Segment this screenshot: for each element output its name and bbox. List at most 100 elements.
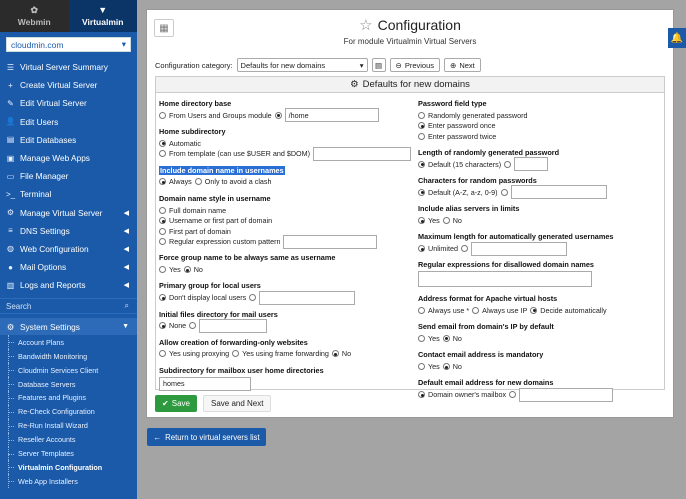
previous-button[interactable]: ⊖ Previous (389, 58, 441, 72)
radio-regex-pattern[interactable] (159, 238, 166, 246)
radio-custom-group[interactable] (249, 294, 257, 302)
radio-automatic[interactable] (159, 139, 166, 147)
plus-icon: + (8, 80, 13, 90)
submenu-item-server-templates[interactable]: Server Templates (0, 446, 137, 461)
sidebar-item-edit-databases[interactable]: ▤ Edit Databases (0, 131, 137, 149)
caret-left-icon: ◀ (123, 264, 129, 272)
default-email-input[interactable] (519, 387, 614, 402)
return-button[interactable]: ← Return to virtual servers list (147, 428, 266, 446)
submenu-item-re-check-configuration[interactable]: Re-Check Configuration (0, 404, 137, 419)
radio-unlimited[interactable] (418, 245, 425, 253)
sidebar-item-terminal[interactable]: >_ Terminal (0, 185, 137, 203)
sidebar-item-manage-web-apps[interactable]: ▣ Manage Web Apps (0, 149, 137, 167)
radio-only-clash[interactable] (194, 178, 202, 186)
submenu-item-re-run-install-wizard[interactable]: Re-Run Install Wizard (0, 418, 137, 433)
sidebar-menu: ☰ Virtual Server Summary + Create Virtual S… (0, 58, 137, 294)
submenu-item-bandwidth-monitoring[interactable]: Bandwidth Monitoring (0, 349, 137, 364)
radio-no[interactable] (442, 217, 450, 225)
radio-no[interactable] (442, 334, 450, 342)
radio-always-ip[interactable] (472, 306, 480, 314)
radio-default-chars[interactable] (418, 188, 425, 196)
radio-yes[interactable] (418, 334, 425, 342)
submenu-item-features-and-plugins[interactable]: Features and Plugins (0, 391, 137, 405)
sidebar-item-web-configuration[interactable]: ◍ Web Configuration ◀ (0, 240, 137, 258)
radio-label: Enter password once (428, 121, 496, 131)
initial-files-input[interactable] (199, 318, 268, 333)
radio-enter-once[interactable] (418, 122, 425, 130)
radio-dont-display[interactable] (159, 294, 166, 302)
radio-label: No (452, 362, 462, 371)
regex-pattern-input[interactable] (283, 234, 378, 249)
radio-yes[interactable] (159, 266, 166, 274)
radio-from-users-groups[interactable] (159, 111, 166, 119)
category-select[interactable]: Defaults for new domains ▾ (236, 58, 368, 72)
home-sub-input[interactable] (313, 146, 411, 161)
save-button[interactable]: ✔ Save (155, 395, 197, 412)
radio-from-template[interactable] (159, 150, 166, 158)
regex-disallowed-input[interactable] (418, 271, 592, 288)
radio-decide-auto[interactable] (530, 306, 538, 314)
radio-proxying[interactable] (159, 350, 166, 358)
radio-yes[interactable] (418, 363, 425, 370)
home-base-input[interactable]: /home (284, 108, 379, 123)
radio-custom-length[interactable] (504, 160, 512, 168)
pw-chars-input[interactable] (510, 185, 607, 200)
primary-group-input[interactable] (259, 290, 356, 305)
caret-left-icon: ◀ (123, 209, 129, 217)
tab-webmin[interactable]: ✿ Webmin (0, 0, 69, 32)
radio-yes[interactable] (418, 217, 425, 225)
submenu-item-database-servers[interactable]: Database Servers (0, 377, 137, 391)
radio-frame-forwarding[interactable] (232, 350, 240, 358)
radio-custom-dir[interactable] (189, 322, 197, 330)
submenu-item-reseller-accounts[interactable]: Reseller Accounts (0, 432, 137, 447)
sidebar-item-mail-options[interactable]: ● Mail Options ◀ (0, 258, 137, 276)
radio-always[interactable] (159, 178, 166, 186)
sidebar-item-edit-users[interactable]: 👤 Edit Users (0, 113, 137, 131)
sidebar-item-edit-virtual-server[interactable]: ✎ Edit Virtual Server (0, 94, 137, 112)
sidebar-search[interactable]: Search ⌕ (0, 298, 137, 315)
sidebar-item-dns-settings[interactable]: ≡ DNS Settings ◀ (0, 222, 137, 240)
radio-custom-max[interactable] (460, 245, 468, 253)
max-length-input[interactable] (470, 241, 567, 256)
radio-no[interactable] (442, 363, 450, 370)
pw-length-input[interactable] (514, 157, 549, 172)
radio-enter-twice[interactable] (418, 132, 425, 140)
radio-first-part[interactable] (159, 227, 166, 235)
sidebar-item-create-virtual-server[interactable]: + Create Virtual Server (0, 76, 137, 94)
next-button[interactable]: ⊕ Next (444, 58, 481, 72)
radio-custom-home[interactable] (274, 111, 282, 119)
submenu-item-web-app-installers[interactable]: Web App Installers (0, 474, 137, 489)
sidebar-item-label: Manage Virtual Server (20, 207, 103, 218)
radio-owner-mailbox[interactable] (418, 391, 425, 399)
radio-full-domain[interactable] (159, 206, 166, 214)
radio-label: Yes (169, 265, 181, 275)
radio-custom-email[interactable] (509, 391, 517, 399)
radio-custom-chars[interactable] (500, 188, 508, 196)
category-go-button[interactable]: ▤ (371, 58, 386, 72)
star-icon[interactable]: ☆ (359, 16, 372, 34)
user-icon: 👤 (5, 117, 16, 127)
sidebar-item-manage-virtual-server[interactable]: ⚙ Manage Virtual Server ◀ (0, 204, 137, 222)
server-select[interactable]: cloudmin.com ▾ (6, 37, 131, 52)
save-and-next-button[interactable]: Save and Next (203, 395, 272, 412)
radio-no[interactable] (331, 350, 339, 358)
radio-random-password[interactable] (418, 111, 425, 119)
radio-username-first-part[interactable] (159, 217, 166, 225)
subdir-mailbox-input[interactable]: homes (159, 376, 251, 391)
notifications-button[interactable]: 🔔 (668, 28, 686, 48)
submenu-item-cloudmin-services-client[interactable]: Cloudmin Services Client (0, 363, 137, 378)
option-label: Include domain name in usernames (159, 165, 285, 175)
tab-virtualmin[interactable]: ▼ Virtualmin (68, 0, 137, 32)
regex-disallowed-option: Regular expressions for disallowed domai… (418, 260, 663, 288)
sidebar-item-logs-and-reports[interactable]: ▥ Logs and Reports ◀ (0, 276, 137, 294)
sidebar-item-system-settings[interactable]: ⚙ System Settings ▼ (0, 318, 137, 336)
radio-no[interactable] (183, 266, 191, 274)
radio-default-length[interactable] (418, 160, 425, 168)
radio-label: Decide automatically (540, 305, 607, 315)
sidebar-item-file-manager[interactable]: ▭ File Manager (0, 167, 137, 185)
sidebar-item-virtual-server-summary[interactable]: ☰ Virtual Server Summary (0, 58, 137, 76)
submenu-item-virtualmin-configuration[interactable]: Virtualmin Configuration (0, 460, 137, 475)
radio-always-star[interactable] (418, 306, 425, 314)
radio-none[interactable] (159, 322, 166, 330)
submenu-item-account-plans[interactable]: Account Plans (0, 335, 137, 350)
